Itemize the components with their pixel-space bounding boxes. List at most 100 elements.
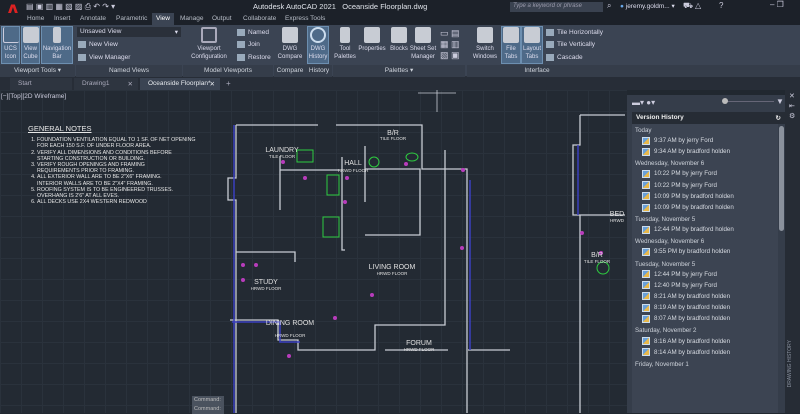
filter-icon[interactable]: ▼ <box>776 97 784 106</box>
crosshair-cursor <box>418 90 456 112</box>
navigation-bar-button[interactable]: Navigation Bar <box>41 26 73 64</box>
restore-button[interactable]: Restore <box>237 54 271 61</box>
version-item[interactable]: 10:22 PM by jerry Ford <box>632 180 778 191</box>
version-item[interactable]: 12:44 PM by jerry Ford <box>632 269 778 280</box>
tile-horizontally-icon <box>546 29 554 36</box>
ucs-icon-button[interactable]: UCS Icon <box>1 26 20 64</box>
label: Layout Tabs <box>522 46 541 60</box>
version-item[interactable]: 10:09 PM by bradford holden <box>632 202 778 213</box>
palette-title-vertical: DRAWING HISTORY <box>787 340 793 388</box>
search-input[interactable]: Type a keyword or phrase <box>510 2 603 12</box>
file-tab-start[interactable]: Start <box>10 78 72 90</box>
layout-tabs-button[interactable]: Layout Tabs <box>521 26 543 64</box>
tool-palettes-button[interactable]: Tool Palettes <box>334 27 356 64</box>
properties-button[interactable]: Properties <box>357 27 387 64</box>
viewport-configuration-button[interactable]: Viewport Configuration <box>186 27 232 64</box>
cart-icon[interactable]: ⛟ <box>683 1 693 11</box>
tab-parametric[interactable]: Parametric <box>116 13 147 25</box>
view-manager-icon <box>78 54 86 61</box>
label: Tile Vertically <box>557 41 596 49</box>
version-item[interactable]: 12:40 PM by jerry Ford <box>632 280 778 291</box>
label: Oceanside Floorplan* <box>148 80 211 87</box>
panel-label-palettes[interactable]: Palettes ▾ <box>333 65 465 77</box>
version-label: 10:22 PM by jerry Ford <box>654 181 717 189</box>
view-cube-button[interactable]: View Cube <box>21 26 40 64</box>
palette-small-icons[interactable]: ▭ ▤ ▦ ▥ ▧ ▣ <box>440 28 462 62</box>
version-label: 9:37 AM by jerry Ford <box>654 137 714 145</box>
panel-label-viewport-tools[interactable]: Viewport Tools ▾ <box>0 65 75 77</box>
slider-handle[interactable] <box>722 98 728 104</box>
new-view-button[interactable]: New View <box>78 41 118 48</box>
user-icon: ● <box>620 3 624 10</box>
named-viewports-button[interactable]: Named <box>237 29 269 36</box>
tab-express-tools[interactable]: Express Tools <box>285 13 325 25</box>
version-label: 8:07 AM by bradford holden <box>654 315 731 323</box>
cascade-button[interactable]: Cascade <box>546 54 583 61</box>
button-label: Navigation Bar <box>42 46 72 60</box>
navbar-icon <box>53 27 61 43</box>
refresh-icon[interactable]: ↻ <box>776 114 781 122</box>
version-item[interactable]: 8:21 AM by bradford holden <box>632 291 778 302</box>
tab-annotate[interactable]: Annotate <box>80 13 106 25</box>
label: Join <box>248 41 260 49</box>
version-item[interactable]: 8:07 AM by bradford holden <box>632 313 778 324</box>
room-label: STUDY <box>254 279 278 286</box>
tile-horizontally-button[interactable]: Tile Horizontally <box>546 29 603 36</box>
close-icon[interactable]: ✕ <box>128 80 133 88</box>
autodesk-app-icon[interactable]: △ <box>695 1 701 10</box>
help-icon[interactable]: ? <box>719 1 723 10</box>
zoom-slider[interactable] <box>724 101 774 102</box>
view-options-icon[interactable]: ▬▾ ●▾ <box>632 98 655 107</box>
tab-manage[interactable]: Manage <box>180 13 204 25</box>
search-icon[interactable]: ⌕ <box>607 1 611 11</box>
version-date-group: Today <box>635 127 652 134</box>
version-date-group: Tuesday, November 5 <box>635 260 696 268</box>
switch-windows-button[interactable]: Switch Windows <box>470 27 500 64</box>
tile-vertically-button[interactable]: Tile Vertically <box>546 41 595 48</box>
version-item[interactable]: 9:37 AM by jerry Ford <box>632 135 778 146</box>
dropdown-value: Unsaved View <box>80 28 122 35</box>
sheet-set-manager-button[interactable]: Sheet Set Manager <box>409 27 437 64</box>
window-controls[interactable]: ‒ ❐ <box>770 0 784 9</box>
drawing-version-icon <box>642 192 650 201</box>
version-item[interactable]: 9:55 PM by bradford holden <box>632 246 778 257</box>
floor-plan: LAUNDRY TILE FLOOR B/R TILE FLOOR HALL H… <box>227 90 625 413</box>
file-tabs-button[interactable]: File Tabs <box>501 26 521 64</box>
user-name: jeremy.goldm... <box>625 3 670 10</box>
tab-insert[interactable]: Insert <box>54 13 70 25</box>
dwg-compare-button[interactable]: DWG Compare <box>276 27 304 64</box>
version-item[interactable]: 9:34 AM by bradford holden <box>632 146 778 157</box>
tab-collaborate[interactable]: Collaborate <box>243 13 276 25</box>
version-date-group: Wednesday, November 6 <box>635 238 705 246</box>
palette-controls[interactable]: ✕ ⇤ ⚙ <box>789 92 795 122</box>
blocks-button[interactable]: Blocks <box>388 27 410 64</box>
named-view-dropdown[interactable]: Unsaved View ▾ <box>77 27 181 37</box>
scrollbar[interactable] <box>779 126 784 231</box>
label: New View <box>89 41 118 49</box>
quick-access-toolbar[interactable]: ▤ ▣ ▥ ▦ ▧ ▨ ⎙ ↶ ↷ ▾ <box>26 2 115 12</box>
panel-label-compare: Compare <box>274 65 306 77</box>
file-tab-drawing1[interactable]: Drawing1 ✕ <box>74 78 138 90</box>
dwg-history-button[interactable]: DWG History <box>307 26 329 64</box>
tab-home[interactable]: Home <box>27 13 44 25</box>
close-icon[interactable]: ✕ <box>210 80 215 88</box>
version-item[interactable]: 10:09 PM by bradford holden <box>632 191 778 202</box>
version-item[interactable]: 12:44 PM by bradford holden <box>632 224 778 235</box>
tab-view[interactable]: View <box>152 13 174 25</box>
version-item[interactable]: 8:14 AM by bradford holden <box>632 347 778 358</box>
new-tab-plus-icon[interactable]: + <box>226 79 231 88</box>
version-item[interactable]: 10:22 PM by jerry Ford <box>632 168 778 179</box>
version-history-header: Version History ↻ <box>632 112 786 124</box>
file-tab-oceanside[interactable]: Oceanside Floorplan* ✕ <box>140 78 220 90</box>
user-menu[interactable]: ● jeremy.goldm... ▾ <box>620 2 675 10</box>
properties-icon <box>364 27 380 43</box>
room-floor: HRWD FLOOR <box>338 168 369 173</box>
version-item[interactable]: 8:16 AM by bradford holden <box>632 335 778 346</box>
tab-output[interactable]: Output <box>212 13 232 25</box>
file-title: Oceanside Floorplan.dwg <box>342 2 428 11</box>
view-manager-button[interactable]: View Manager <box>78 54 130 61</box>
join-button[interactable]: Join <box>237 41 260 48</box>
room-floor: HRWD FLOOR <box>275 333 306 338</box>
version-item[interactable]: 8:19 AM by bradford holden <box>632 302 778 313</box>
ribbon-label-filler <box>607 65 800 77</box>
